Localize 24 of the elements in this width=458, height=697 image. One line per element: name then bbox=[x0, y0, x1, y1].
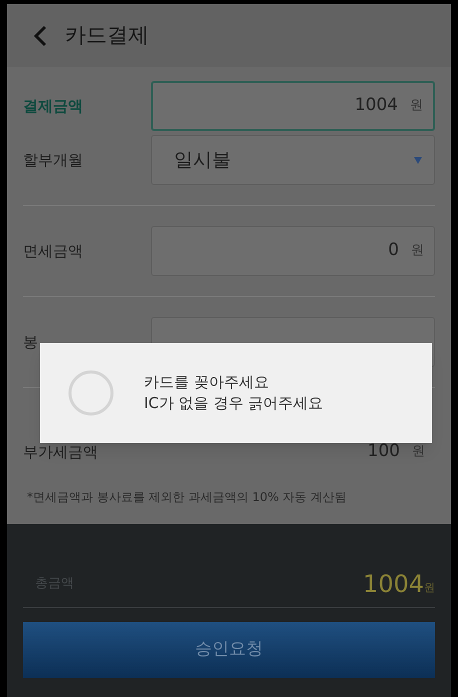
back-icon[interactable] bbox=[33, 24, 47, 46]
field-label: 부가세금액 bbox=[23, 442, 98, 463]
approval-request-button[interactable]: 승인요청 bbox=[23, 622, 435, 678]
dialog-message: IC가 없을 경우 긁어주세요 bbox=[144, 393, 324, 414]
field-label: 면세금액 bbox=[23, 240, 84, 262]
unit-label: 원 bbox=[410, 97, 423, 116]
unit-label: 원 bbox=[424, 580, 435, 596]
dialog-message: 카드를 꽂아주세요 bbox=[144, 372, 270, 393]
amount-value: 1004 bbox=[354, 94, 398, 118]
field-label: 봉 bbox=[23, 332, 39, 353]
page-title: 카드결제 bbox=[65, 22, 149, 49]
dropdown-value: 일시불 bbox=[174, 148, 231, 173]
field-label: 할부개월 bbox=[23, 150, 84, 171]
installment-dropdown[interactable]: 일시불 bbox=[151, 135, 435, 185]
dropdown-caret-icon bbox=[414, 156, 422, 164]
tax-note: *면세금액과 봉사료를 제외한 과세금액의 10% 자동 계산됨 bbox=[26, 489, 348, 506]
amount-value: 0 bbox=[388, 239, 399, 262]
loading-spinner-icon bbox=[68, 370, 114, 416]
total-value: 1004 bbox=[362, 568, 424, 600]
field-label: 결제금액 bbox=[23, 96, 84, 117]
unit-label: 원 bbox=[411, 242, 424, 260]
amount-field[interactable]: 1004 원 bbox=[151, 81, 435, 131]
vat-value: 100 bbox=[368, 440, 400, 464]
amount-field[interactable]: 0 원 bbox=[151, 226, 435, 276]
